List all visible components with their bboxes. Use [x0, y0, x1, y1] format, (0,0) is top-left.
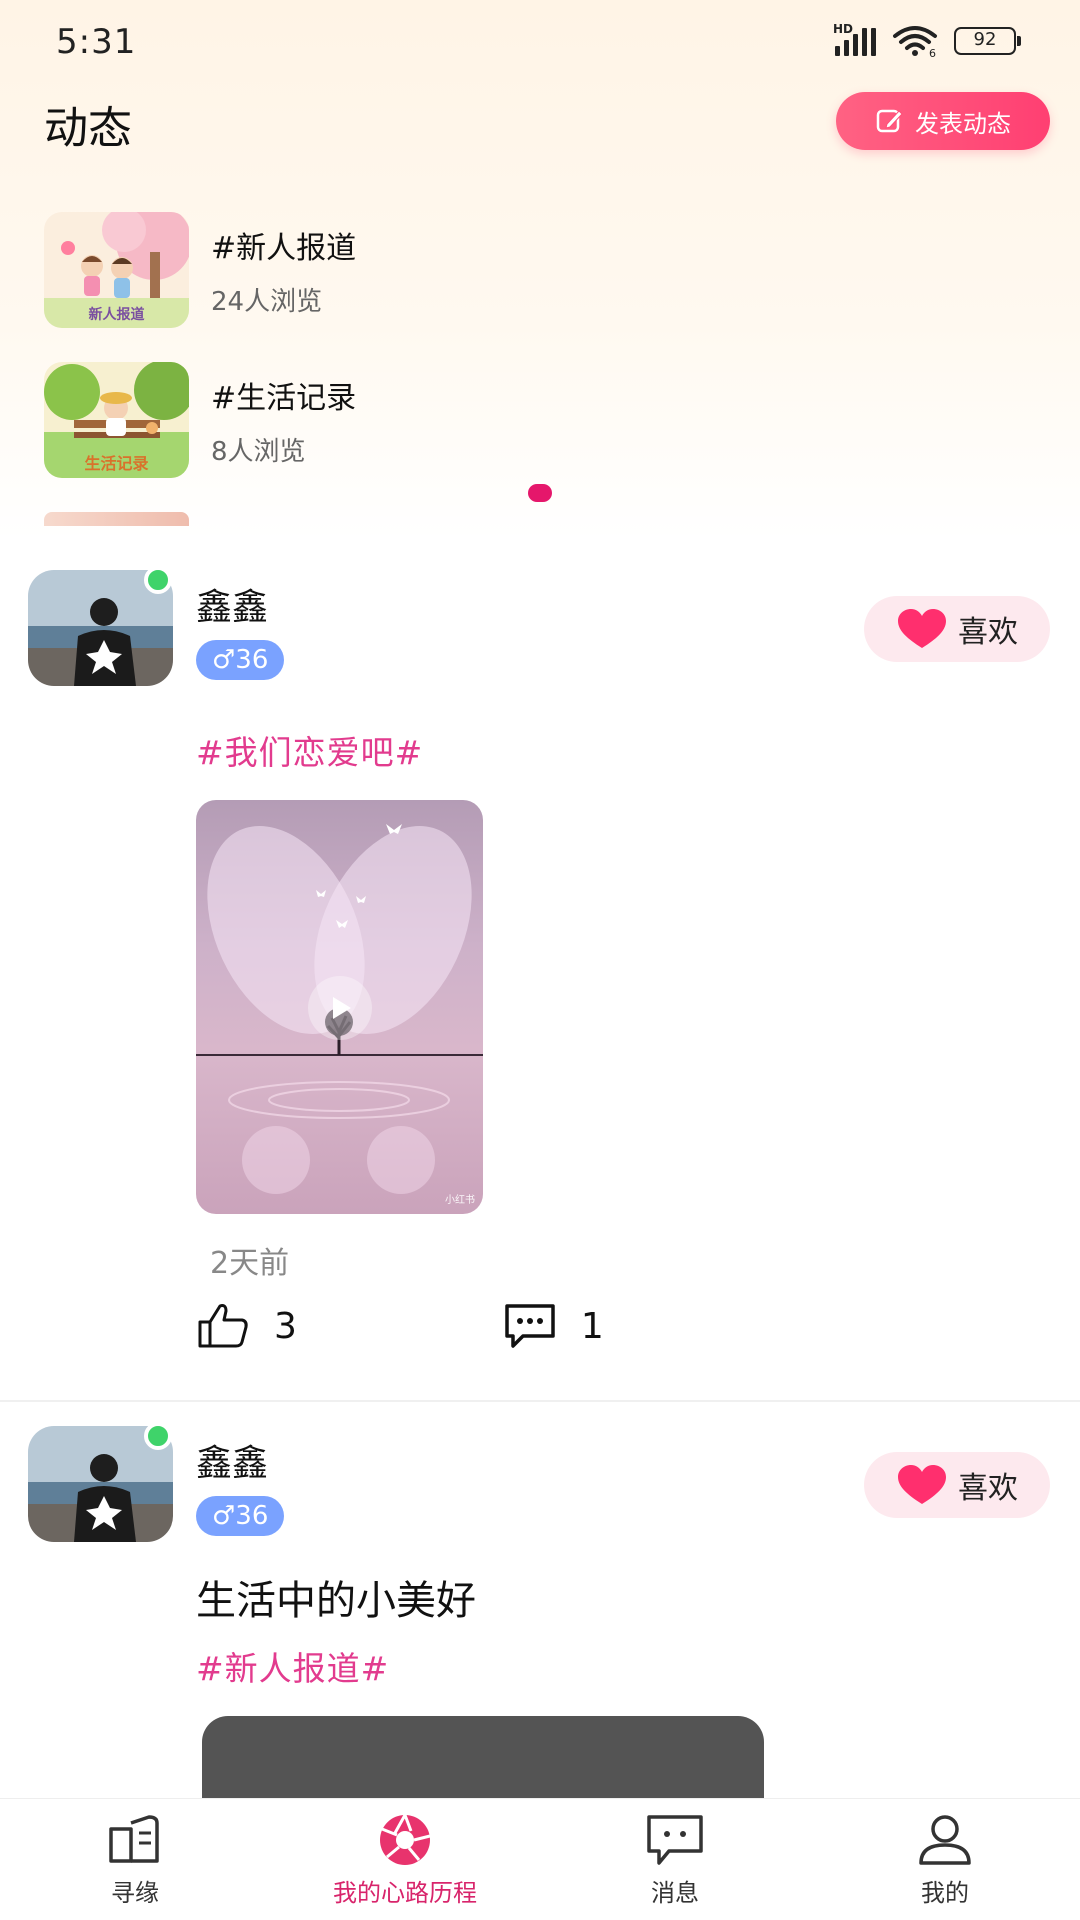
username[interactable]: 鑫鑫	[196, 1434, 268, 1486]
video-thumbnail[interactable]: 小红书	[196, 800, 483, 1214]
like-button[interactable]: 喜欢	[864, 596, 1050, 662]
status-time: 5:31	[56, 22, 137, 62]
status-bar: 5:31 HD 6 92	[0, 0, 1080, 80]
post-content: 生活中的小美好	[196, 1578, 476, 1624]
like-button-label: 喜欢	[958, 615, 1018, 650]
wifi-icon: 6	[893, 26, 937, 58]
like-button-label: 喜欢	[958, 1471, 1018, 1506]
tab-profile[interactable]: 我的	[810, 1799, 1080, 1920]
tab-xunyuan[interactable]: 寻缘	[0, 1799, 270, 1920]
post-tag[interactable]: #新人报道#	[196, 1642, 389, 1690]
tab-label: 寻缘	[111, 1879, 159, 1907]
like-count[interactable]: 3	[196, 1302, 297, 1350]
signal-icon: HD	[833, 22, 876, 56]
topic-item[interactable]: 生活记录 #生活记录 8人浏览	[44, 362, 356, 478]
tab-journey[interactable]: 我的心路历程	[270, 1799, 540, 1920]
battery-icon: 92	[954, 27, 1021, 55]
svg-text:6: 6	[929, 47, 936, 58]
post-stats: 3 1	[196, 1302, 604, 1350]
heart-icon	[898, 1465, 946, 1504]
gender-age-badge: ♂36	[196, 640, 285, 680]
page-title: 动态	[44, 103, 132, 154]
heart-icon	[898, 609, 946, 648]
topic-thumb-caption: 新人报道	[88, 307, 145, 323]
tab-label: 消息	[651, 1879, 699, 1907]
comment-count[interactable]: 1	[503, 1302, 604, 1350]
network-label: HD	[833, 22, 854, 36]
carousel-indicator	[528, 484, 552, 502]
post-time: 2天前	[210, 1246, 290, 1281]
post-divider	[0, 1400, 1080, 1402]
aperture-icon	[380, 1814, 431, 1865]
tab-messages[interactable]: 消息	[540, 1799, 810, 1920]
post-moment-button[interactable]: 发表动态	[836, 92, 1050, 150]
comment-count-value: 1	[580, 1305, 604, 1347]
thumbs-up-icon	[198, 1304, 248, 1348]
post-tag[interactable]: #我们恋爱吧#	[196, 726, 423, 774]
tab-label: 我的心路历程	[333, 1879, 477, 1907]
topic-thumbnail: 生活记录	[44, 362, 189, 478]
post-moment-label: 发表动态	[915, 109, 1011, 138]
user-icon	[919, 1815, 971, 1865]
topic-thumbnail: 新人报道	[44, 212, 189, 328]
username[interactable]: 鑫鑫	[196, 578, 268, 630]
topic-item[interactable]: 新人报道 #新人报道 24人浏览	[44, 212, 356, 328]
comment-icon	[505, 1304, 555, 1348]
online-status-dot	[144, 1422, 172, 1450]
video-watermark: 小红书	[445, 1195, 475, 1206]
topic-views: 8人浏览	[211, 436, 306, 467]
play-icon	[333, 997, 351, 1019]
chat-icon	[647, 1815, 703, 1865]
play-button[interactable]	[308, 976, 372, 1040]
tab-label: 我的	[921, 1879, 969, 1907]
online-status-dot	[144, 566, 172, 594]
bottom-tab-bar: 寻缘 我的心路历程 消息 我的	[0, 1798, 1080, 1920]
topic-peek	[44, 512, 189, 526]
book-icon	[109, 1815, 159, 1863]
edit-icon	[876, 109, 903, 133]
like-button[interactable]: 喜欢	[864, 1452, 1050, 1518]
topic-thumb-caption: 生活记录	[84, 454, 149, 473]
topic-views: 24人浏览	[211, 286, 323, 317]
topic-name: #生活记录	[211, 380, 357, 416]
topic-name: #新人报道	[211, 230, 357, 266]
status-icons: HD 6 92	[833, 22, 1021, 58]
like-count-value: 3	[274, 1305, 297, 1347]
gender-age-badge: ♂36	[196, 1496, 285, 1536]
